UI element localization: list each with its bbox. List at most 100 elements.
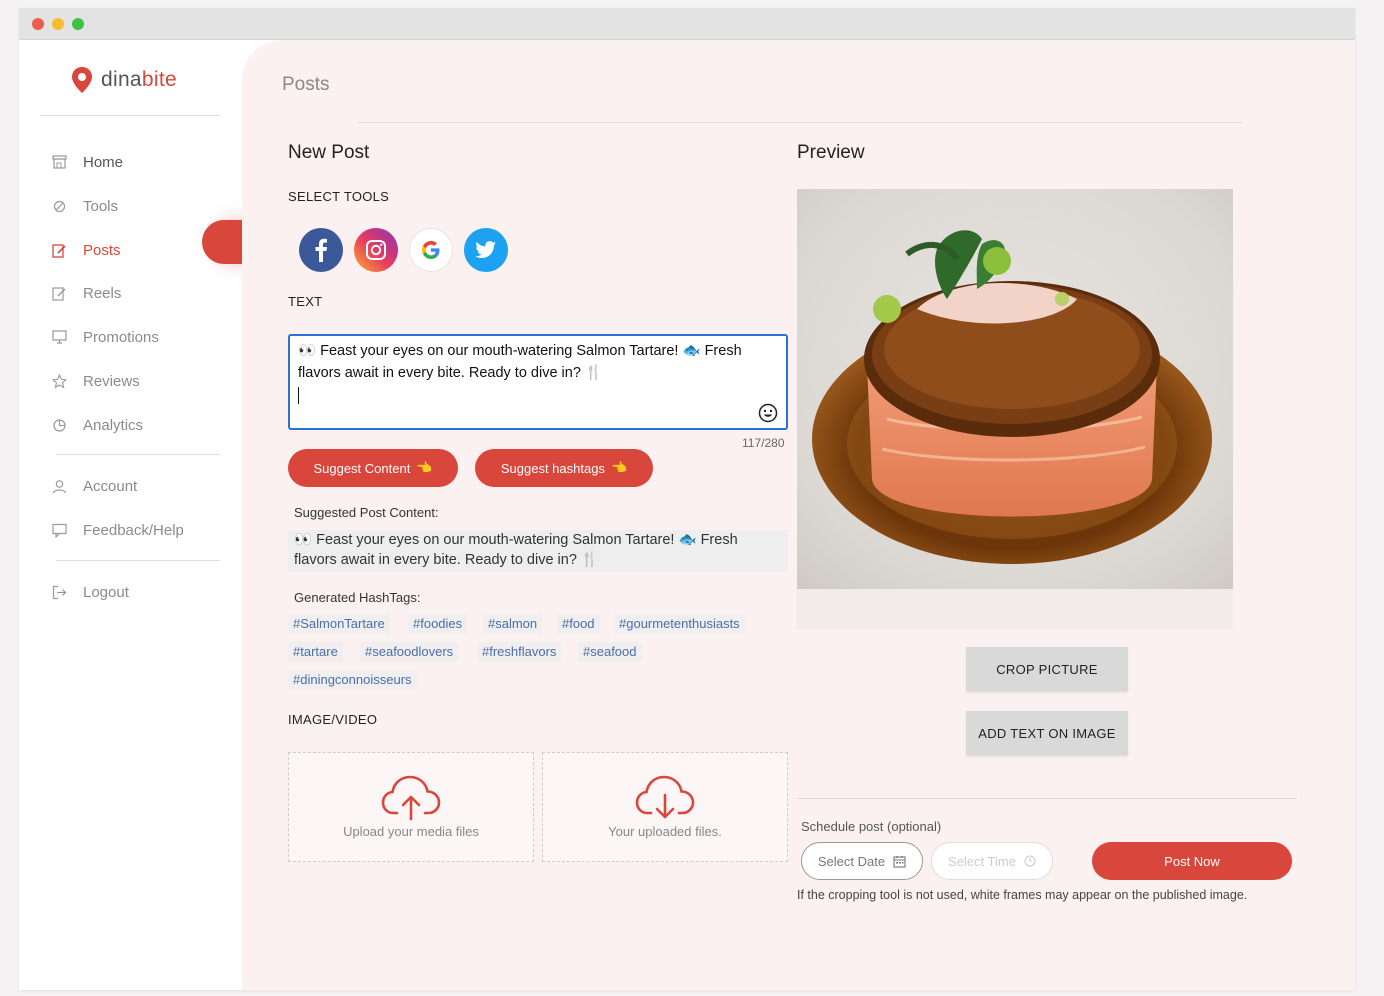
main-content: Posts New Post SELECT TOOLS TEXT 👀 Feast… <box>242 40 1355 990</box>
divider <box>358 122 1242 123</box>
emoji-picker-icon[interactable] <box>758 403 778 423</box>
sidebar-item-home[interactable]: Home <box>51 150 123 174</box>
uploaded-files-area[interactable]: Your uploaded files. <box>542 752 788 862</box>
twitter-icon <box>475 241 496 259</box>
google-toggle[interactable] <box>409 228 453 272</box>
calendar-icon <box>893 855 906 868</box>
hashtag-chip[interactable]: #foodies <box>408 614 468 634</box>
sidebar-item-label: Reviews <box>83 372 140 390</box>
new-post-heading: New Post <box>288 142 370 163</box>
feedback-icon <box>51 522 67 538</box>
post-text-area[interactable]: 👀 Feast your eyes on our mouth-watering … <box>288 334 788 430</box>
logout-icon <box>51 584 67 600</box>
active-indicator <box>202 220 243 264</box>
select-tools-label: SELECT TOOLS <box>288 189 390 204</box>
suggested-text-line: 👀 Feast your eyes on our mouth-watering … <box>294 532 738 548</box>
post-text-line: flavors await in every bite. Ready to di… <box>298 365 603 381</box>
sidebar-item-label: Tools <box>83 197 119 215</box>
preview-heading: Preview <box>797 142 865 163</box>
tools-icon <box>51 198 67 214</box>
page-title: Posts <box>282 74 330 95</box>
sidebar-item-analytics[interactable]: Analytics <box>51 413 143 437</box>
hashtags-label: Generated HashTags: <box>294 590 421 605</box>
star-icon <box>51 373 67 389</box>
store-icon <box>51 154 67 170</box>
sidebar-item-tools[interactable]: Tools <box>51 194 118 218</box>
divider <box>40 115 220 116</box>
hashtag-chip[interactable]: #gourmetenthusiasts <box>614 614 745 634</box>
hashtag-chip[interactable]: #SalmonTartare <box>288 614 390 634</box>
cropping-note: If the cropping tool is not used, white … <box>797 888 1248 902</box>
uploaded-text: Your uploaded files. <box>608 824 722 839</box>
sidebar-item-posts[interactable]: Posts <box>51 238 121 262</box>
select-time-input[interactable]: Select Time <box>931 842 1053 880</box>
brand-logo[interactable]: dinabite <box>71 66 177 94</box>
clock-icon <box>1024 855 1036 867</box>
divider <box>56 560 220 561</box>
sidebar-item-label: Logout <box>83 583 129 601</box>
media-label: IMAGE/VIDEO <box>288 712 378 727</box>
sidebar-item-reels[interactable]: Reels <box>51 281 121 305</box>
sidebar: dinabite Home Tools Posts Reels Promotio… <box>19 40 243 990</box>
sidebar-item-logout[interactable]: Logout <box>51 580 129 604</box>
food-preview-image <box>797 189 1233 589</box>
post-now-button[interactable]: Post Now <box>1092 842 1292 880</box>
date-placeholder: Select Date <box>817 853 886 869</box>
pointing-hand-icon: 👈 <box>416 460 433 475</box>
facebook-toggle[interactable] <box>299 228 343 272</box>
hashtag-chip[interactable]: #seafood <box>578 642 642 662</box>
twitter-toggle[interactable] <box>464 228 508 272</box>
facebook-icon <box>315 238 327 262</box>
pointing-hand-icon: 👈 <box>610 460 628 475</box>
select-date-input[interactable]: Select Date <box>801 842 923 880</box>
sidebar-item-label: Home <box>83 153 124 171</box>
sidebar-item-label: Reels <box>83 284 122 302</box>
text-cursor <box>298 387 299 404</box>
minimize-window-button[interactable] <box>52 18 64 30</box>
sidebar-item-label: Posts <box>83 241 121 259</box>
preview-bottom-area <box>797 589 1233 629</box>
sidebar-item-feedback[interactable]: Feedback/Help <box>51 518 184 542</box>
reels-icon <box>51 285 67 301</box>
char-counter: 117/280 <box>742 436 785 450</box>
sidebar-item-reviews[interactable]: Reviews <box>51 369 140 393</box>
crop-picture-button[interactable]: CROP PICTURE <box>966 647 1128 691</box>
sidebar-item-label: Feedback/Help <box>83 521 184 539</box>
suggest-content-label: Suggest Content <box>313 460 411 476</box>
google-icon <box>422 241 440 259</box>
divider <box>56 454 220 455</box>
analytics-icon <box>51 417 67 433</box>
add-text-on-image-button[interactable]: ADD TEXT ON IMAGE <box>966 711 1128 755</box>
hashtag-chip[interactable]: #tartare <box>288 642 343 662</box>
suggested-content-label: Suggested Post Content: <box>294 505 439 520</box>
hashtag-chip[interactable]: #diningconnoisseurs <box>288 670 417 690</box>
upload-text: Upload your media files <box>343 824 479 839</box>
window-titlebar <box>19 8 1355 40</box>
hashtag-chip[interactable]: #seafoodlovers <box>360 642 459 662</box>
hashtag-chip[interactable]: #salmon <box>483 614 543 634</box>
suggested-text-line: flavors await in every bite. Ready to di… <box>294 552 599 568</box>
cloud-download-icon <box>635 775 695 819</box>
sidebar-item-label: Account <box>83 477 138 495</box>
instagram-icon <box>366 240 386 260</box>
hashtag-chip[interactable]: #freshflavors <box>477 642 562 662</box>
maximize-window-button[interactable] <box>72 18 84 30</box>
divider <box>797 798 1297 799</box>
text-label: TEXT <box>288 294 323 309</box>
suggest-content-button[interactable]: Suggest Content 👈 <box>288 449 458 487</box>
sidebar-item-label: Promotions <box>83 328 159 346</box>
upload-dropzone[interactable]: Upload your media files <box>288 752 534 862</box>
schedule-label: Schedule post (optional) <box>801 819 942 834</box>
instagram-toggle[interactable] <box>354 228 398 272</box>
sidebar-item-label: Analytics <box>83 416 144 434</box>
sidebar-item-promotions[interactable]: Promotions <box>51 325 159 349</box>
location-pin-icon <box>72 67 92 93</box>
hashtag-chip[interactable]: #food <box>557 614 600 634</box>
sidebar-item-account[interactable]: Account <box>51 474 137 498</box>
suggested-content-box[interactable]: 👀 Feast your eyes on our mouth-watering … <box>288 530 788 572</box>
app-window: dinabite Home Tools Posts Reels Promotio… <box>19 8 1355 990</box>
suggest-hashtags-button[interactable]: Suggest hashtags 👈 <box>475 449 653 487</box>
promotions-icon <box>51 329 67 345</box>
close-window-button[interactable] <box>32 18 44 30</box>
user-icon <box>51 478 67 494</box>
